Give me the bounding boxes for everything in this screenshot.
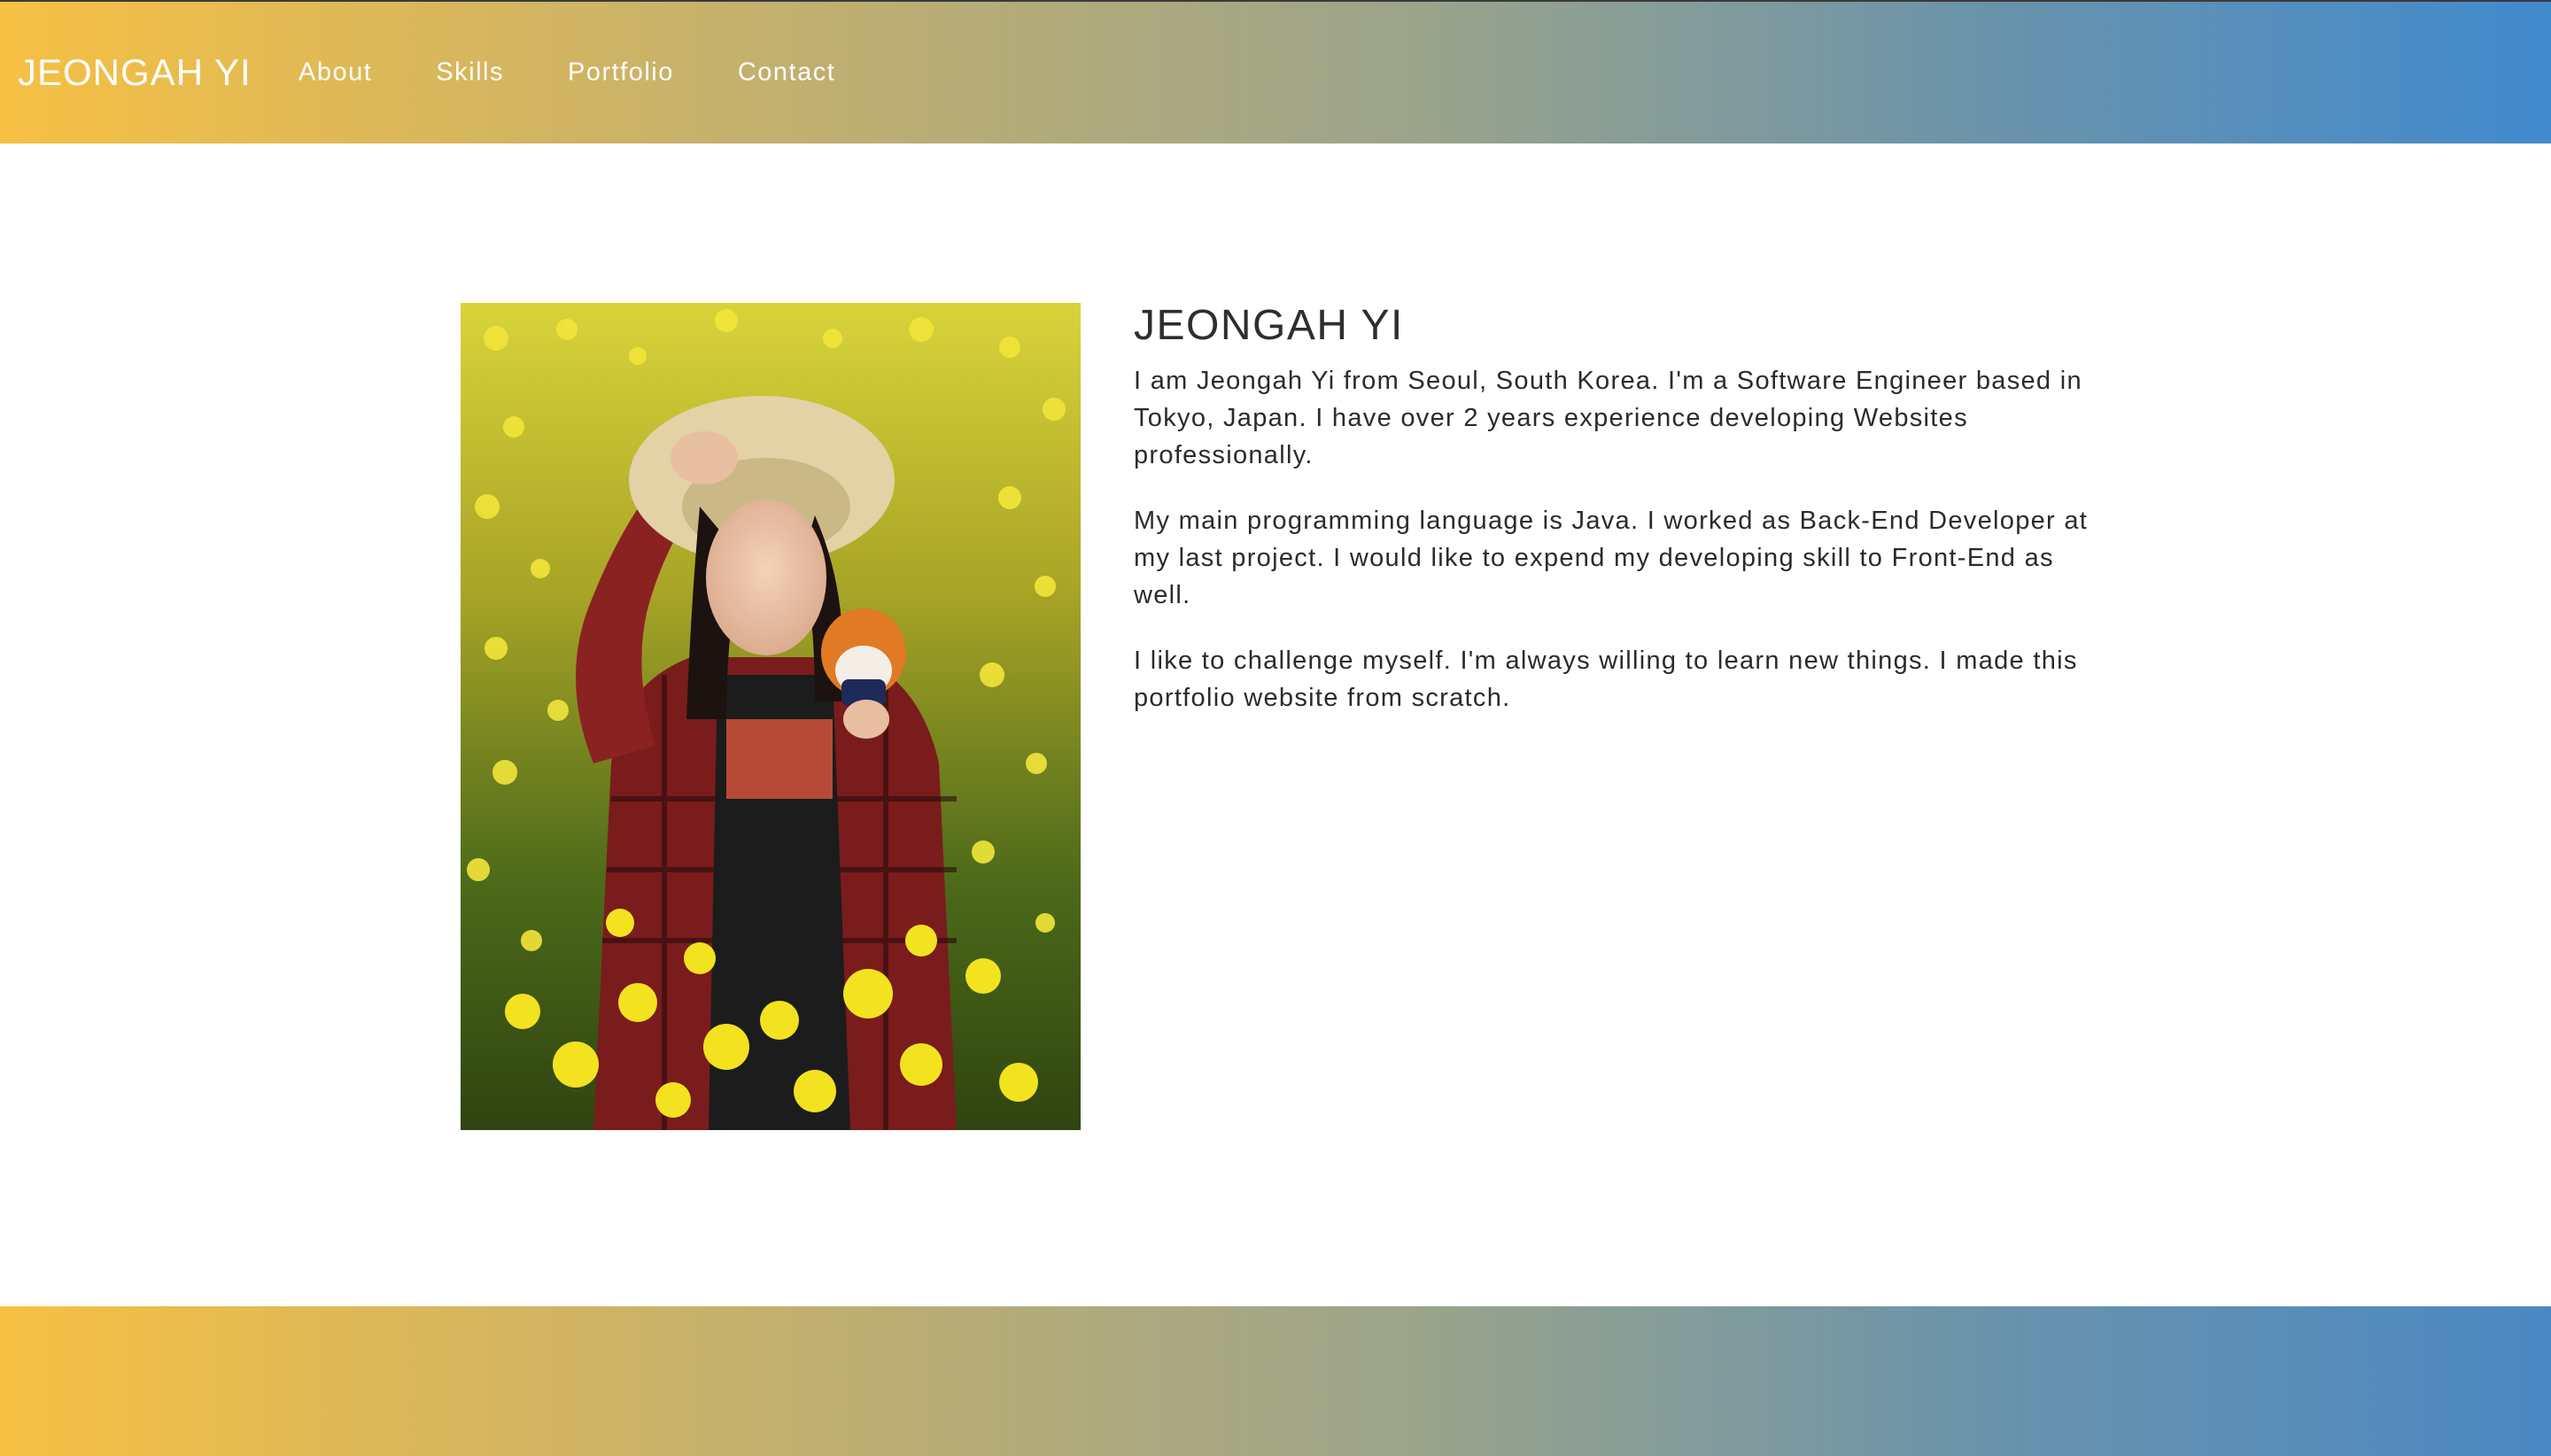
about-paragraph-1: I am Jeongah Yi from Seoul, South Korea.… xyxy=(1134,367,2082,469)
about-paragraph-3: I like to challenge myself. I'm always w… xyxy=(1134,647,2078,712)
main-nav: About Skills Portfolio Contact xyxy=(299,58,899,88)
footer-bar xyxy=(0,1306,2551,1456)
nav-link-about[interactable]: About xyxy=(299,58,372,88)
about-paragraph-2: My main programming language is Java. I … xyxy=(1134,507,2089,609)
top-navigation-bar: JEONGAH YI About Skills Portfolio Contac… xyxy=(0,0,2551,143)
nav-link-portfolio[interactable]: Portfolio xyxy=(568,58,674,88)
nav-link-contact[interactable]: Contact xyxy=(738,58,835,88)
brand-logo-link[interactable]: JEONGAH YI xyxy=(18,51,252,94)
profile-photo xyxy=(461,303,1081,1130)
about-section: JEONGAH YI I am Jeongah Yi from Seoul, S… xyxy=(1134,301,2099,745)
about-heading: JEONGAH YI xyxy=(1134,302,1404,349)
nav-link-skills[interactable]: Skills xyxy=(436,58,504,88)
